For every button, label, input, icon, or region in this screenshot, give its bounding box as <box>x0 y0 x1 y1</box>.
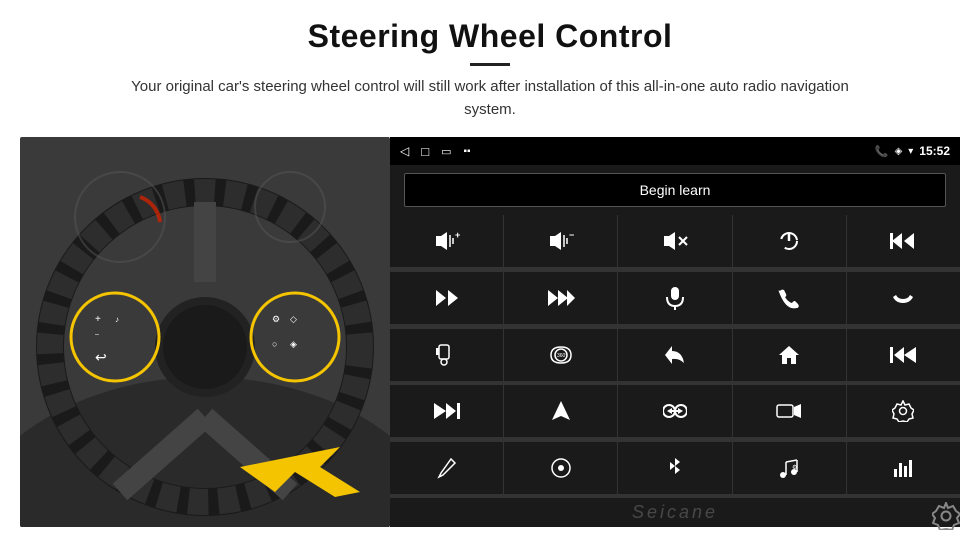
navigation-button[interactable] <box>504 385 617 437</box>
settings-button[interactable] <box>847 385 960 437</box>
svg-text:◈: ◈ <box>290 339 297 349</box>
back-button[interactable] <box>618 329 731 381</box>
toggle-button[interactable] <box>618 385 731 437</box>
back-nav-icon[interactable]: ◁ <box>400 144 409 158</box>
header-description: Your original car's steering wheel contr… <box>110 76 870 121</box>
begin-learn-row: Begin learn <box>390 165 960 215</box>
next-button[interactable] <box>390 272 503 324</box>
svg-text:+: + <box>95 314 101 325</box>
page-title: Steering Wheel Control <box>40 18 940 55</box>
status-bar: ◁ □ ▭ ▪▪ 📞 ◈ ▾ 15:52 <box>390 137 960 165</box>
svg-text:⚙: ⚙ <box>792 464 797 471</box>
fast-forward-button[interactable] <box>504 272 617 324</box>
mute-button[interactable] <box>618 215 731 267</box>
seicane-watermark: Seicane <box>390 498 960 527</box>
svg-text:♪: ♪ <box>115 315 119 324</box>
music-button[interactable]: ⚙ <box>733 442 846 494</box>
svg-text:+: + <box>455 230 460 240</box>
microphone-button[interactable] <box>618 272 731 324</box>
power-button[interactable] <box>733 215 846 267</box>
pen-button[interactable] <box>390 442 503 494</box>
android-panel: ◁ □ ▭ ▪▪ 📞 ◈ ▾ 15:52 Begin learn <box>390 137 960 527</box>
wifi-status-icon: ▾ <box>908 146 913 157</box>
vol-down-button[interactable]: − <box>504 215 617 267</box>
control-button-grid: + − <box>390 215 960 498</box>
svg-text:⚙: ⚙ <box>272 314 280 324</box>
location-status-icon: ◈ <box>895 146 903 157</box>
svg-text:−: − <box>569 230 574 240</box>
steering-wheel-image: + ⎯ ♪ ↩ ⚙ ◇ ○ ◈ <box>20 137 390 527</box>
begin-learn-button[interactable]: Begin learn <box>404 173 946 207</box>
svg-text:○: ○ <box>272 339 277 349</box>
end-call-button[interactable] <box>847 272 960 324</box>
status-right-icons: 📞 ◈ ▾ 15:52 <box>875 144 950 158</box>
prev-track-button[interactable] <box>847 215 960 267</box>
signal-bars-icon: ▪▪ <box>464 146 471 157</box>
camera-360-button[interactable]: 360° <box>504 329 617 381</box>
record-video-button[interactable] <box>733 385 846 437</box>
content-area: + ⎯ ♪ ↩ ⚙ ◇ ○ ◈ <box>20 137 960 527</box>
seicane-label: Seicane <box>632 502 718 522</box>
header-section: Steering Wheel Control Your original car… <box>0 0 980 127</box>
speaker-button[interactable] <box>390 329 503 381</box>
call-button[interactable] <box>733 272 846 324</box>
status-nav-icons: ◁ □ ▭ ▪▪ <box>400 144 471 159</box>
title-divider <box>470 63 510 66</box>
phone-status-icon: 📞 <box>875 145 889 158</box>
svg-text:360°: 360° <box>557 353 567 359</box>
home-button[interactable] <box>733 329 846 381</box>
bluetooth-button[interactable] <box>618 442 731 494</box>
clock-display: 15:52 <box>919 144 950 158</box>
mode-button[interactable] <box>504 442 617 494</box>
skip-forward-button[interactable] <box>390 385 503 437</box>
home-nav-icon[interactable]: □ <box>421 144 429 159</box>
svg-text:⎯: ⎯ <box>95 330 99 339</box>
svg-text:↩: ↩ <box>95 349 107 365</box>
page: Steering Wheel Control Your original car… <box>0 0 980 544</box>
vol-up-button[interactable]: + <box>390 215 503 267</box>
recents-nav-icon[interactable]: ▭ <box>441 145 451 158</box>
svg-text:◇: ◇ <box>290 314 297 324</box>
equalizer-button[interactable] <box>847 442 960 494</box>
skip-back-button[interactable] <box>847 329 960 381</box>
gear-settings-icon[interactable] <box>932 502 960 536</box>
